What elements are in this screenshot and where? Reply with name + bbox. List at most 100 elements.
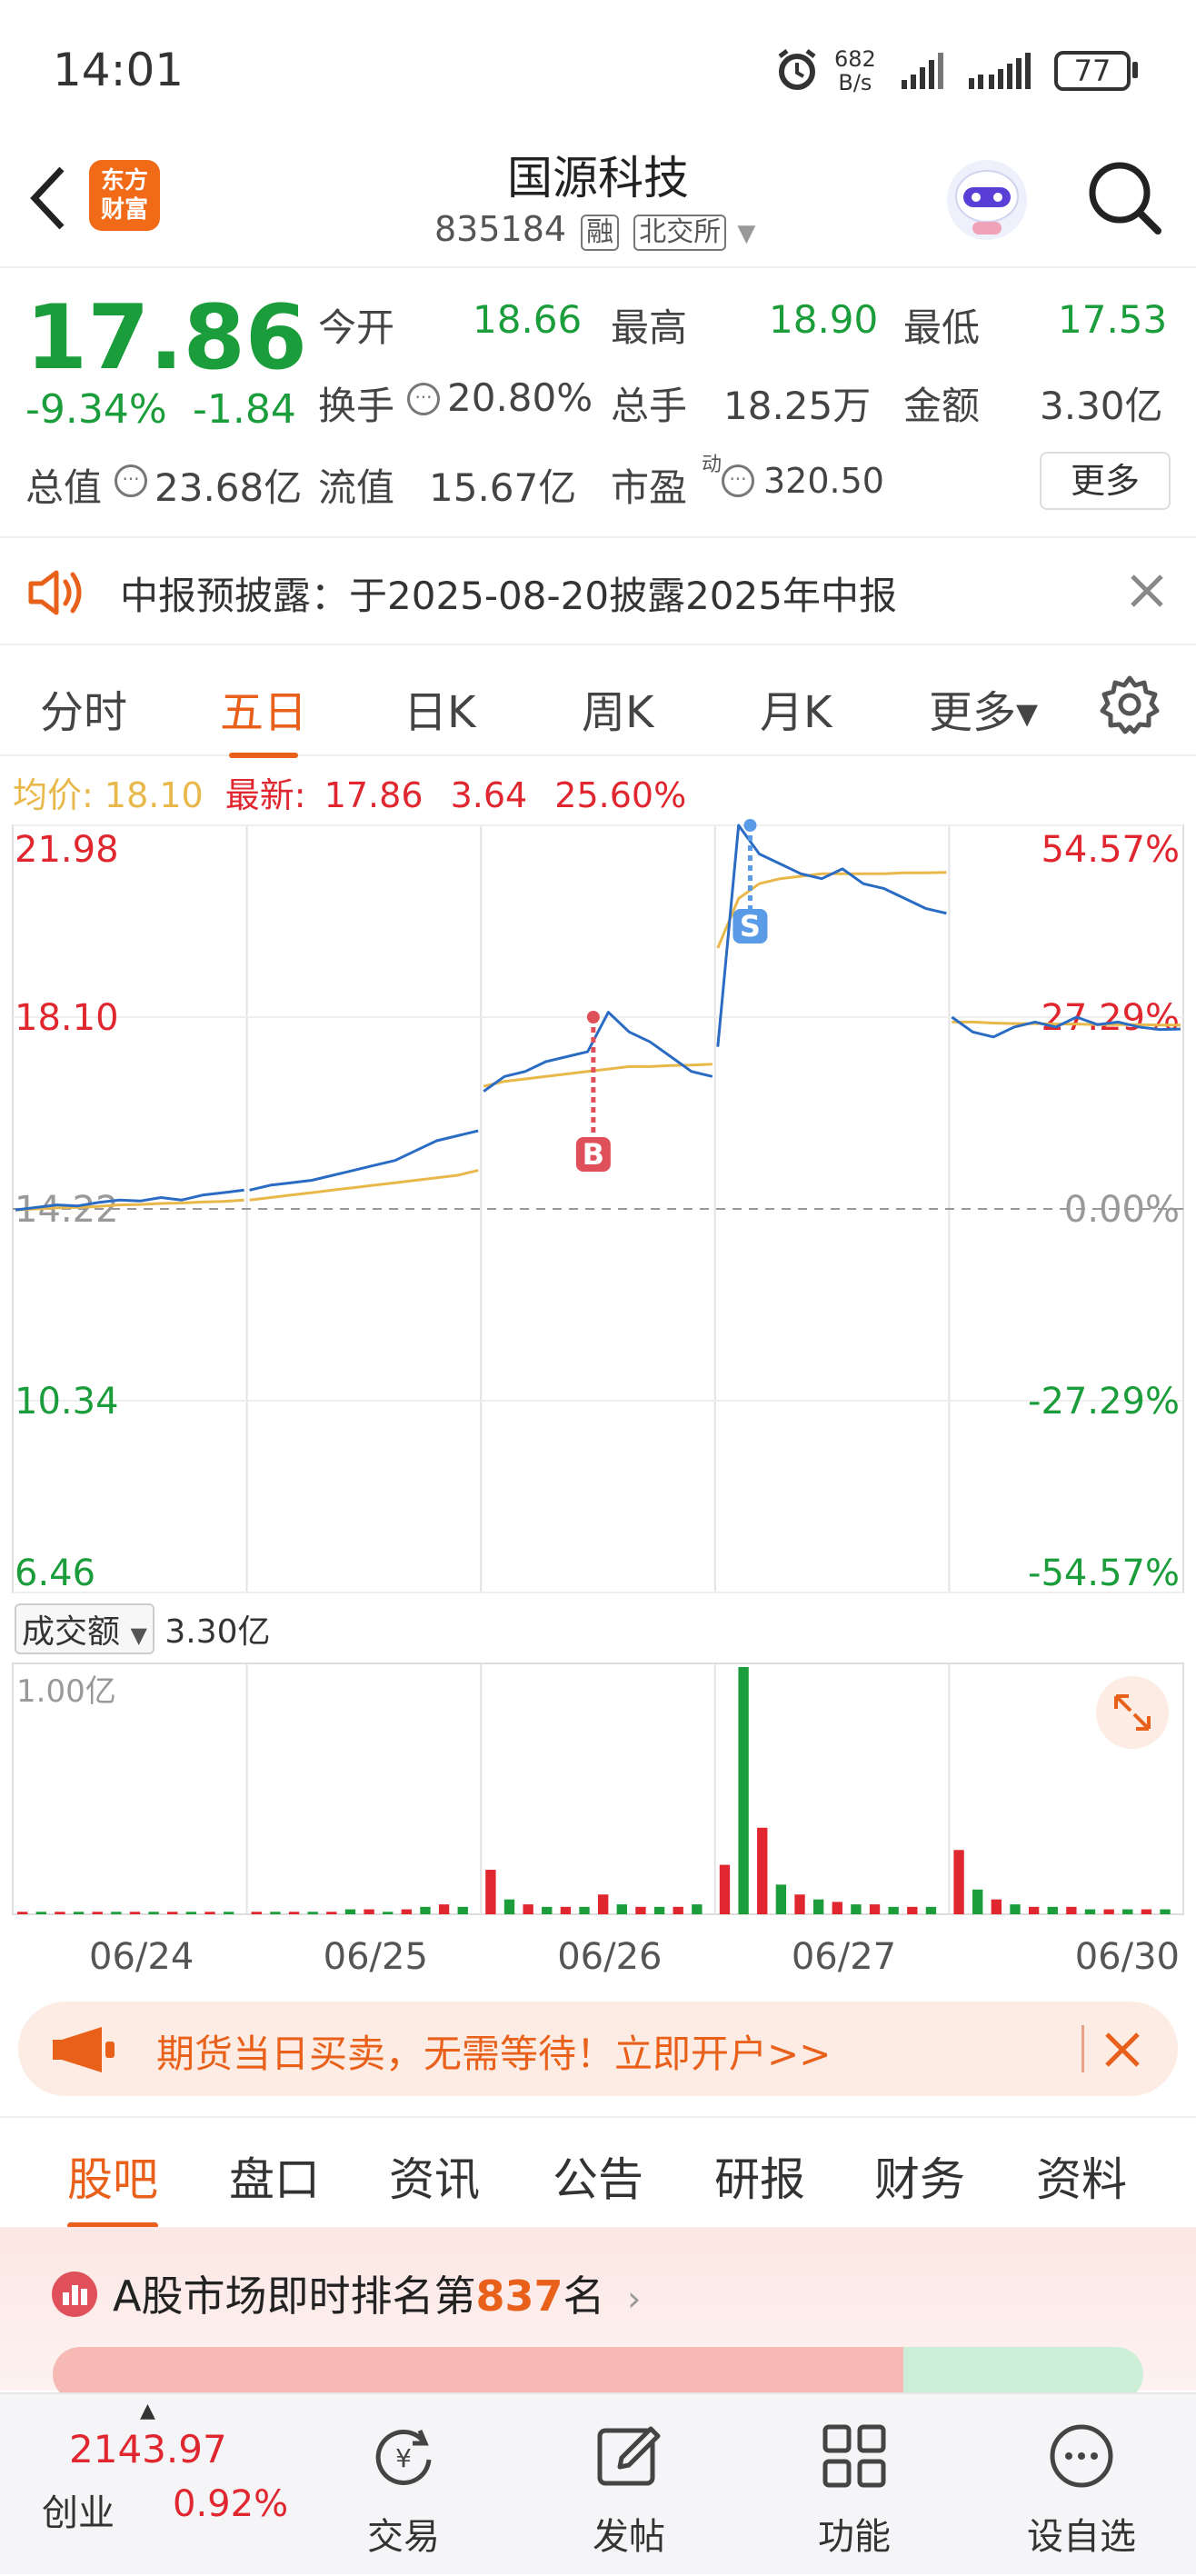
- volume-bar: [869, 1904, 881, 1914]
- volume-bar: [953, 1850, 964, 1914]
- volume-bar: [185, 1912, 197, 1914]
- tab-news[interactable]: 资讯: [389, 2143, 480, 2209]
- nav-add-watchlist[interactable]: 设自选: [991, 2394, 1172, 2576]
- battery-icon: 77: [1054, 51, 1131, 91]
- tab-monthly-k[interactable]: 月K: [760, 676, 832, 740]
- close-icon[interactable]: [1101, 2029, 1143, 2071]
- volume-bar: [111, 1912, 122, 1914]
- volume-axis-max: 1.00亿: [16, 1673, 116, 1710]
- amount-value: 3.30亿: [1040, 384, 1163, 428]
- stock-code: 835184: [434, 209, 567, 249]
- volume-bar: [560, 1906, 572, 1914]
- search-icon[interactable]: [1083, 156, 1165, 238]
- tab-announcements[interactable]: 公告: [553, 2143, 643, 2209]
- volume-bar: [1047, 1906, 1058, 1914]
- volume-bar: [420, 1906, 431, 1914]
- tab-financials[interactable]: 财务: [874, 2143, 965, 2209]
- volume-bar: [1103, 1909, 1114, 1914]
- volume-bar: [794, 1894, 805, 1914]
- volume-header[interactable]: 成交额 ▼ 3.30亿: [15, 1603, 271, 1654]
- caret-up-icon: ▲: [140, 2400, 155, 2422]
- volume-label: 总手: [611, 384, 688, 428]
- nav-trade[interactable]: ¥ 交易: [313, 2394, 494, 2576]
- x-axis-label: 06/25: [324, 1936, 428, 1978]
- info-dots-icon[interactable]: ···: [407, 383, 440, 415]
- change-amount: -1.84: [193, 386, 296, 433]
- robot-assistant-icon[interactable]: [942, 155, 1032, 245]
- futures-ad-banner[interactable]: 期货当日买卖，无需等待！立即开户>>: [18, 2002, 1178, 2096]
- volume-bar: [364, 1909, 374, 1914]
- tab-research[interactable]: 研报: [714, 2143, 805, 2209]
- trade-marker-dot: [586, 1011, 600, 1023]
- x-axis-label: 06/24: [89, 1936, 194, 1978]
- y-left-label: 6.46: [15, 1553, 95, 1594]
- volume-bar: [925, 1906, 937, 1914]
- net-speed: 682 B/s: [834, 46, 876, 95]
- volume-bar: [457, 1906, 468, 1914]
- low-label: 最低: [903, 305, 981, 350]
- ranking-card[interactable]: A股市场即时排名第837名 ›: [0, 2227, 1196, 2401]
- notice-bar[interactable]: 中报预披露：于2025-08-20披露2025年中报: [0, 536, 1196, 645]
- more-fields-button[interactable]: 更多: [1040, 452, 1171, 510]
- ranking-text: A股市场即时排名第837名 ›: [113, 2271, 642, 2321]
- avg-price-line: [249, 1169, 479, 1202]
- five-day-chart[interactable]: 21.98 54.57%18.10 27.29%14.22 0.00%10.34 -27…: [0, 818, 1196, 2000]
- close-icon[interactable]: [1127, 571, 1167, 611]
- info-dots-icon[interactable]: ···: [722, 464, 754, 497]
- alarm-icon: [778, 49, 816, 90]
- index-ticker[interactable]: ▲ 2143.97 创业 0.92%: [18, 2394, 291, 2576]
- tab-more[interactable]: 更多▾: [929, 676, 1038, 740]
- price-line: [249, 1129, 479, 1192]
- volume-bar: [888, 1906, 899, 1914]
- index-pct: 0.92%: [173, 2483, 289, 2525]
- pe-superscript: 动: [702, 454, 723, 476]
- trade-marker-label: S: [740, 909, 761, 944]
- volume-bar: [616, 1904, 627, 1914]
- y-left-label: 18.10: [15, 997, 119, 1039]
- legend-change: 3.64: [450, 775, 528, 815]
- tab-five-day[interactable]: 五日: [220, 676, 307, 758]
- volume-bar: [1141, 1909, 1152, 1914]
- period-tabs: 分时 五日 日K 周K 月K 更多▾: [0, 647, 1196, 758]
- trade-marker-dot: [743, 819, 757, 832]
- signal-icon: [902, 53, 943, 89]
- edit-icon: [597, 2426, 661, 2486]
- volume-bar: [383, 1912, 394, 1914]
- volume-bar: [757, 1827, 768, 1914]
- tab-profile[interactable]: 资料: [1036, 2143, 1127, 2209]
- stock-code-row[interactable]: 835184 融 北交所 ▼: [434, 209, 755, 251]
- gear-icon[interactable]: [1100, 674, 1160, 734]
- avg-price-line: [483, 1063, 713, 1088]
- pe-label: 市盈: [611, 465, 688, 510]
- tab-intraday[interactable]: 分时: [40, 676, 127, 740]
- volume-bar: [598, 1894, 609, 1914]
- nav-functions[interactable]: 功能: [763, 2394, 945, 2576]
- last-price: 17.86: [25, 286, 307, 390]
- signal-2-icon: [969, 53, 1031, 89]
- tab-weekly-k[interactable]: 周K: [582, 676, 653, 740]
- more-dots-icon: [1050, 2424, 1113, 2488]
- volume-bar: [288, 1912, 300, 1914]
- volume-bar: [1122, 1909, 1133, 1914]
- tab-orderbook[interactable]: 盘口: [229, 2143, 320, 2209]
- index-name: 创业: [42, 2492, 115, 2534]
- turnover-value: 20.80%: [447, 375, 593, 420]
- y-left-label: 10.34: [15, 1381, 119, 1423]
- legend-change-pct: 25.60%: [554, 775, 687, 815]
- last-price-label: 最新:: [224, 775, 306, 815]
- volume-bar: [167, 1912, 178, 1914]
- chart-legend: 均价: 18.10 最新: 17.86 3.64 25.60%: [13, 767, 686, 817]
- volume-type-dropdown[interactable]: 成交额 ▼: [15, 1603, 154, 1654]
- ranking-icon: [52, 2271, 97, 2317]
- volume-bar: [270, 1912, 281, 1914]
- last-price-value: 17.86: [324, 775, 424, 815]
- tab-guba[interactable]: 股吧: [67, 2143, 158, 2229]
- info-dots-icon[interactable]: ···: [115, 464, 147, 497]
- volume-bar: [223, 1912, 234, 1914]
- nav-post[interactable]: 发帖: [538, 2394, 720, 2576]
- margin-tag: 融: [581, 215, 620, 251]
- tab-daily-k[interactable]: 日K: [404, 676, 475, 740]
- mktcap-value: 23.68亿: [154, 465, 303, 510]
- volume-bar: [326, 1912, 337, 1914]
- volume-bar: [344, 1909, 356, 1914]
